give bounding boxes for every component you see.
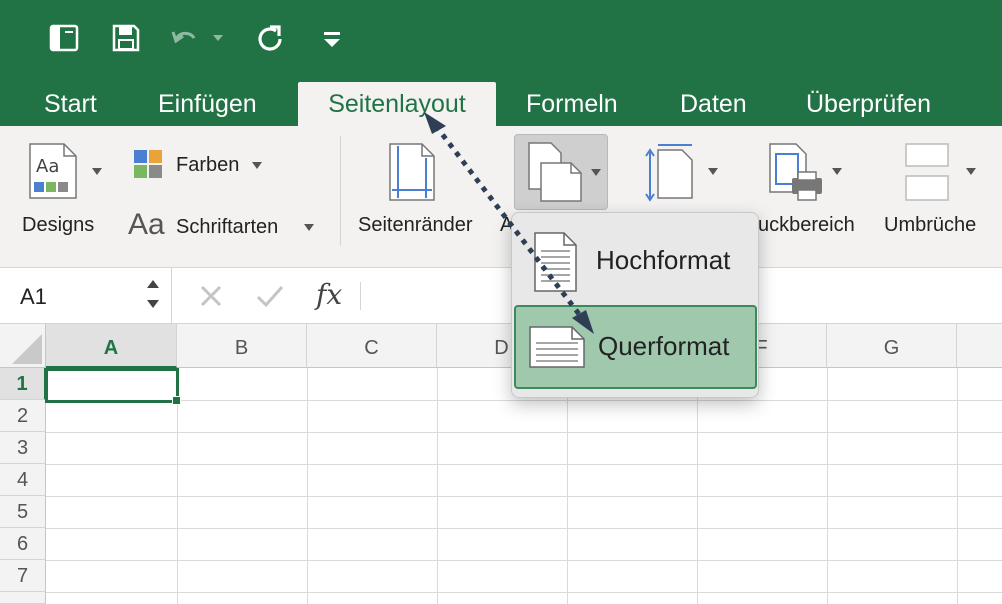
grid-line — [437, 368, 438, 604]
colors-dropdown-icon — [252, 162, 262, 169]
tab-review[interactable]: Überprüfen — [806, 82, 931, 126]
grid-line — [567, 368, 568, 604]
breaks-icon — [905, 143, 949, 201]
customize-toolbar-icon[interactable] — [314, 20, 350, 56]
undo-icon[interactable] — [168, 20, 204, 56]
breaks-dropdown-icon — [966, 168, 976, 175]
redo-icon[interactable] — [252, 20, 288, 56]
portrait-page-icon — [534, 232, 577, 292]
select-all-icon — [12, 334, 42, 364]
grid-line — [46, 464, 1002, 465]
tab-page-layout[interactable]: Seitenlayout — [298, 82, 496, 126]
formula-bar: A1 fx — [0, 268, 1002, 324]
row-header-6[interactable]: 6 — [0, 528, 46, 560]
grid-line — [827, 368, 828, 604]
formula-separator — [360, 282, 361, 310]
insert-function-icon[interactable]: fx — [316, 278, 342, 311]
size-dropdown-icon — [708, 168, 718, 175]
spreadsheet-grid: A B C D E F G 1 2 3 4 5 6 7 — [0, 324, 1002, 604]
print-area-button[interactable] — [766, 142, 852, 206]
size-button[interactable] — [644, 142, 730, 206]
designs-dropdown-icon — [92, 168, 102, 175]
row-header-2[interactable]: 2 — [0, 400, 46, 432]
tab-insert[interactable]: Einfügen — [158, 82, 257, 126]
grid-line — [957, 368, 958, 604]
fonts-label: Schriftarten — [176, 216, 279, 238]
colors-label: Farben — [176, 154, 240, 176]
row-header-3[interactable]: 3 — [0, 432, 46, 464]
landscape-page-icon — [529, 326, 585, 368]
print-area-icon — [769, 143, 822, 201]
grid-line — [46, 400, 1002, 401]
designs-button[interactable]: Aa — [24, 142, 108, 202]
save-icon[interactable] — [108, 20, 144, 56]
grid-line — [46, 496, 1002, 497]
orientation-dropdown-icon — [591, 169, 601, 176]
colors-icon — [134, 150, 162, 178]
menu-item-portrait[interactable]: Hochformat — [514, 221, 757, 305]
fonts-button[interactable]: Aa Schriftarten — [128, 208, 320, 248]
row-header-1[interactable]: 1 — [0, 368, 46, 400]
column-header-c[interactable]: C — [307, 324, 437, 368]
designs-icon: Aa — [29, 143, 77, 199]
column-header-a[interactable]: A — [46, 324, 177, 368]
grid-line — [46, 432, 1002, 433]
ribbon-tabs: Start Einfügen Seitenlayout Formeln Date… — [0, 82, 1002, 126]
undo-dropdown-icon[interactable] — [208, 20, 228, 56]
column-header-h[interactable] — [957, 324, 1002, 368]
ribbon-separator — [340, 136, 341, 246]
tab-formulas[interactable]: Formeln — [526, 82, 618, 126]
select-all-corner[interactable] — [0, 324, 46, 368]
landscape-label: Querformat — [598, 331, 730, 361]
colors-button[interactable]: Farben — [132, 146, 272, 184]
row-header-7[interactable]: 7 — [0, 560, 46, 592]
portrait-label: Hochformat — [596, 245, 731, 275]
tab-data[interactable]: Daten — [680, 82, 747, 126]
name-box-stepper-icon[interactable] — [145, 276, 161, 312]
name-box[interactable]: A1 — [0, 268, 172, 324]
size-icon — [645, 144, 693, 202]
print-area-label: uckbereich — [758, 214, 855, 236]
name-box-value: A1 — [20, 284, 47, 309]
svg-text:Aa: Aa — [36, 156, 59, 177]
print-area-dropdown-icon — [832, 168, 842, 175]
row-header-4[interactable]: 4 — [0, 464, 46, 496]
grid-line — [46, 560, 1002, 561]
orientation-icon — [528, 142, 582, 202]
menu-item-landscape[interactable]: Querformat — [514, 305, 757, 389]
row-header-5[interactable]: 5 — [0, 496, 46, 528]
tab-start[interactable]: Start — [44, 82, 97, 126]
orientation-button[interactable] — [514, 134, 608, 210]
fonts-icon: Aa — [128, 208, 165, 241]
quick-access-toolbar — [0, 0, 1002, 82]
margins-button[interactable] — [386, 142, 466, 206]
designs-label: Designs — [22, 214, 95, 236]
row-header-8[interactable] — [0, 592, 46, 604]
confirm-icon[interactable] — [255, 283, 285, 309]
grid-line — [46, 528, 1002, 529]
column-header-g[interactable]: G — [827, 324, 957, 368]
selected-cell-a1[interactable] — [45, 368, 179, 403]
cancel-icon[interactable] — [198, 283, 224, 309]
column-header-b[interactable]: B — [177, 324, 307, 368]
fill-handle[interactable] — [172, 396, 181, 405]
fonts-dropdown-icon — [304, 224, 314, 231]
grid-line — [697, 368, 698, 604]
grid-line — [307, 368, 308, 604]
grid-line — [46, 592, 1002, 593]
margins-label: Seitenränder — [358, 214, 473, 236]
breaks-button[interactable] — [904, 142, 984, 206]
ribbon-panel: Aa Designs Farben Aa Schriftarten Seiten… — [0, 126, 1002, 268]
sidebar-toggle-icon[interactable] — [46, 20, 82, 56]
margins-icon — [389, 143, 435, 201]
breaks-label: Umbrüche — [884, 214, 977, 236]
orientation-menu: Hochformat Querformat — [511, 212, 759, 398]
